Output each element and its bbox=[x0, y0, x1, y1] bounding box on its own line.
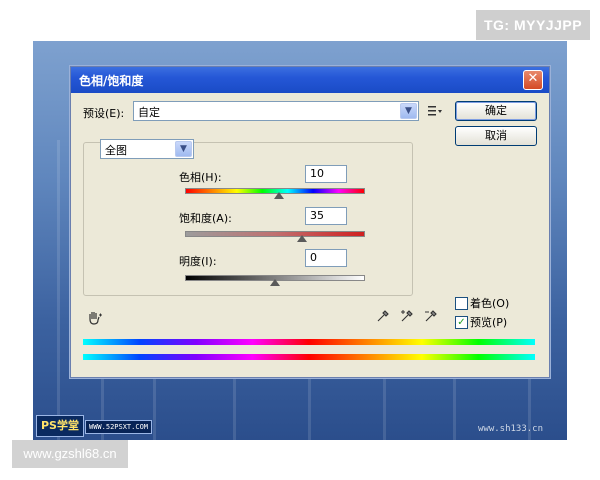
close-button[interactable]: ✕ bbox=[523, 70, 543, 90]
preset-select[interactable]: 自定 ▼ bbox=[133, 101, 419, 121]
input-color-spectrum-bar bbox=[83, 339, 535, 345]
hue-slider[interactable] bbox=[185, 188, 365, 199]
hue-label: 色相(H): bbox=[179, 171, 222, 184]
hue-saturation-dialog: 色相/饱和度 ✕ 预设(E): 自定 ▼ 确定 取消 全图 ▼ 色相(H): 1… bbox=[70, 66, 550, 378]
corner-url: www.sh133.cn bbox=[478, 424, 544, 434]
lightness-input[interactable]: 0 bbox=[305, 249, 347, 267]
dialog-title: 色相/饱和度 bbox=[79, 74, 144, 88]
saturation-slider[interactable] bbox=[185, 231, 365, 242]
watermark-top: TG: MYYJJPP bbox=[476, 10, 590, 40]
eyedropper-plus-icon[interactable] bbox=[400, 309, 414, 327]
close-icon: ✕ bbox=[527, 71, 539, 86]
cancel-button[interactable]: 取消 bbox=[455, 126, 537, 146]
lightness-slider[interactable] bbox=[185, 275, 365, 286]
lightness-slider-thumb[interactable] bbox=[270, 279, 280, 286]
eyedropper-icon[interactable] bbox=[376, 309, 390, 327]
preview-checkbox[interactable]: ✓ bbox=[455, 316, 468, 329]
preset-value: 自定 bbox=[138, 106, 160, 119]
saturation-input[interactable]: 35 bbox=[305, 207, 347, 225]
eyedropper-minus-icon[interactable] bbox=[424, 309, 438, 327]
watermark-bottom: www.gzshl68.cn bbox=[12, 440, 128, 468]
lightness-label: 明度(I): bbox=[179, 255, 217, 268]
colorize-checkbox[interactable] bbox=[455, 297, 468, 310]
adjustment-group: 全图 ▼ 色相(H): 10 饱和度(A): 35 明度(I): 0 bbox=[83, 139, 413, 296]
chevron-down-icon[interactable]: ▼ bbox=[175, 141, 192, 157]
checkmark-icon: ✓ bbox=[457, 317, 466, 328]
range-value: 全图 bbox=[105, 144, 127, 157]
ps-school-logo: PS学堂 bbox=[36, 415, 84, 437]
hue-slider-thumb[interactable] bbox=[274, 192, 284, 199]
chevron-down-icon[interactable]: ▼ bbox=[400, 103, 417, 119]
colorize-label: 着色(O) bbox=[470, 297, 510, 310]
preset-label: 预设(E): bbox=[83, 107, 125, 120]
output-color-spectrum-bar bbox=[83, 354, 535, 360]
title-bar[interactable]: 色相/饱和度 ✕ bbox=[71, 67, 549, 93]
list-menu-icon[interactable] bbox=[428, 105, 442, 117]
saturation-slider-thumb[interactable] bbox=[297, 235, 307, 242]
saturation-label: 饱和度(A): bbox=[179, 212, 232, 225]
hue-input[interactable]: 10 bbox=[305, 165, 347, 183]
range-select[interactable]: 全图 ▼ bbox=[100, 139, 194, 159]
logo-url: WWW.52PSXT.COM bbox=[85, 420, 153, 434]
ok-button[interactable]: 确定 bbox=[455, 101, 537, 121]
hand-tool-icon[interactable] bbox=[87, 311, 103, 329]
preview-label: 预览(P) bbox=[470, 316, 508, 329]
